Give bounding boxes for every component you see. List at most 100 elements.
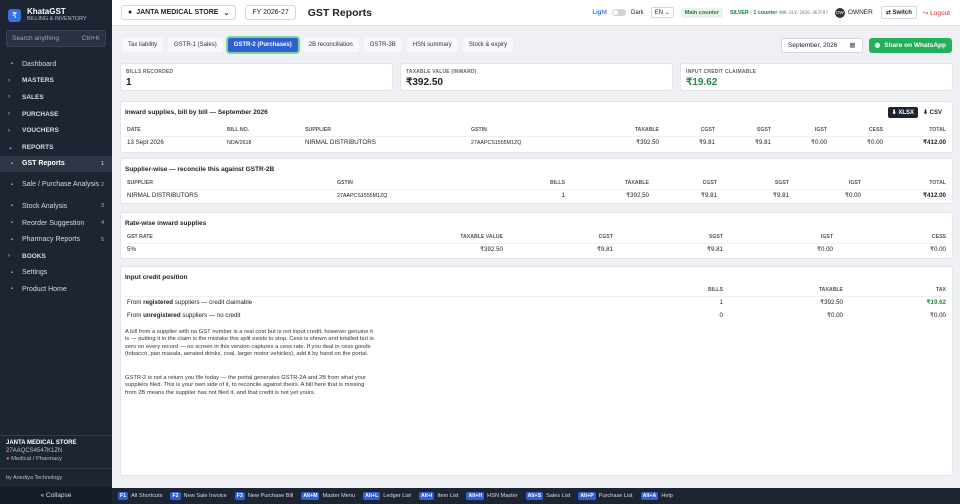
switch-button[interactable]: ⇄ Switch xyxy=(880,6,917,19)
theme-light-label: Light xyxy=(592,9,608,16)
language-selector[interactable]: EN ⌄ xyxy=(650,7,674,18)
shortcut-label: All Shortcuts xyxy=(131,493,163,499)
cell-taxable: ₹0.00 xyxy=(827,312,843,319)
col-igst: IGST xyxy=(791,177,863,190)
sidebar-item-vouchers[interactable]: › VOUCHERS xyxy=(0,122,112,139)
tab-gstr-3b[interactable]: GSTR-3B xyxy=(363,38,402,52)
shortcut-alt-h[interactable]: Alt+H HSN Master xyxy=(466,492,518,500)
tab-gstr-1-sales[interactable]: GSTR-1 (Sales) xyxy=(168,38,223,52)
export-xlsx-button[interactable]: ⬇ XLSX xyxy=(887,107,918,118)
share-whatsapp-button[interactable]: ◉ Share on WhatsApp xyxy=(868,37,952,53)
month-picker[interactable]: September, 2026 ▦ xyxy=(780,37,863,53)
rate-table: GST RATE TAXABLE VALUE CGST SGST IGST CE… xyxy=(125,231,948,256)
cell-tax: ₹0.00 xyxy=(930,312,946,319)
tab-tax-liability[interactable]: Tax liability xyxy=(122,38,164,52)
cell-taxable-value: ₹392.50 xyxy=(480,246,503,254)
sidebar-item-reports[interactable]: ⌄ REPORTS xyxy=(0,139,112,156)
theme-toggle[interactable]: Light Dark xyxy=(592,9,644,16)
shortcut-bar: F1 All Shortcuts F2 New Sale Invoice F3 New P… xyxy=(112,488,960,504)
counter-badge[interactable]: Main counter xyxy=(680,7,723,18)
shortcut-key: Alt+S xyxy=(525,492,544,500)
sidebar-item-product-home[interactable]: ▪ Product Home xyxy=(0,281,112,298)
shortcut-alt-m[interactable]: Alt+M Master Menu xyxy=(301,492,355,500)
shortcut-f1[interactable]: F1 All Shortcuts xyxy=(118,492,162,500)
vendor-credit: by Anediya Technology xyxy=(0,468,112,487)
sidebar-item-label: Dashboard xyxy=(22,60,57,68)
shortcut-label: Help xyxy=(661,493,673,499)
store-selector-label: JANTA MEDICAL STORE xyxy=(136,9,219,16)
table-row[interactable]: From unregistered suppliers — no credit … xyxy=(125,309,948,322)
tab-stock-expiry[interactable]: Stock & expiry xyxy=(462,38,514,52)
table-row[interactable]: From registered suppliers — credit claim… xyxy=(125,296,948,309)
input-credit-card: Input credit position BILLS TAXABLE TAX … xyxy=(120,266,953,476)
theme-switch[interactable] xyxy=(612,9,627,16)
brand[interactable]: ₹ KhataGST BILLING & INVENTORY xyxy=(0,0,112,24)
sale-purchase-analysis-icon: ▪ xyxy=(10,182,14,189)
col-taxable: TAXABLE xyxy=(589,124,661,137)
tab-2b-reconciliation[interactable]: 2B reconciliation xyxy=(302,38,359,52)
sidebar-item-purchase[interactable]: › PURCHASE xyxy=(0,106,112,123)
avatar[interactable]: OW xyxy=(834,7,845,18)
table-row[interactable]: 13 Sept 2026 NDA/2618 NIRMAL DISTRIBUTOR… xyxy=(125,136,948,149)
sidebar-item-reorder-suggestion[interactable]: ▪ Reorder Suggestion 4 xyxy=(0,215,112,232)
source-suffix: suppliers — no credit xyxy=(180,312,241,319)
shortcut-f3[interactable]: F3 New Purchase Bill xyxy=(234,492,293,500)
shortcut-alt-l[interactable]: Alt+L Ledger List xyxy=(363,492,411,500)
shortcut-alt-i[interactable]: Alt+I Item List xyxy=(418,492,459,500)
col-bills: BILLS xyxy=(525,284,725,297)
rate-wise-card: Rate-wise inward supplies GST RATE TAXAB… xyxy=(120,212,953,259)
tab-hsn-summary[interactable]: HSN summary xyxy=(406,38,458,52)
sidebar-item-label: GST Reports xyxy=(22,160,65,168)
sidebar-item-stock-analysis[interactable]: ▪ Stock Analysis 3 xyxy=(0,198,112,215)
shortcut-key: Alt+P xyxy=(578,492,596,500)
shortcut-key: F3 xyxy=(234,492,245,500)
search-placeholder: Search anything xyxy=(12,35,59,42)
stat-bills-recorded: BILLS RECORDED 1 xyxy=(120,63,393,91)
tab-gstr-2-purchases[interactable]: GSTR-2 (Purchases) xyxy=(227,38,298,52)
chevron-right-icon: › xyxy=(8,253,10,260)
shortcut-number: 5 xyxy=(100,236,104,243)
store-info: JANTA MEDICAL STORE 27AAQCS4547K1ZN ● Me… xyxy=(0,435,112,468)
shortcut-alt-p[interactable]: Alt+P Purchase List xyxy=(578,492,633,500)
col-cgst: CGST xyxy=(505,231,615,244)
cell-sgst: ₹9.81 xyxy=(755,139,771,147)
col-source xyxy=(125,284,525,297)
stat-value: ₹392.50 xyxy=(406,77,443,88)
cell-cgst: ₹9.81 xyxy=(701,192,717,200)
sidebar-item-settings[interactable]: ▪ Settings xyxy=(0,265,112,282)
cell-gst-rate: 5% xyxy=(127,246,136,254)
chevron-right-icon: › xyxy=(8,94,10,101)
logout-button[interactable]: ↪ Logout xyxy=(923,9,950,17)
supplier-wise-card: Supplier-wise — reconcile this against G… xyxy=(120,158,953,204)
reorder-suggestion-icon: ▪ xyxy=(10,220,14,227)
collapse-sidebar-button[interactable]: « Collapse xyxy=(0,487,112,504)
chevron-down-icon: ⌄ xyxy=(223,9,230,17)
sidebar-item-sale-purchase-analysis[interactable]: ▪ Sale / Purchase Analysis 2 xyxy=(0,172,112,198)
chevron-down-icon: ⌄ xyxy=(664,10,670,16)
table-row[interactable]: NIRMAL DISTRIBUTORS 27AAPCS1555M1ZQ 1 ₹3… xyxy=(125,189,948,202)
fy-selector[interactable]: FY 2026-27 xyxy=(245,5,296,20)
store-category-label: Medical / Pharmacy xyxy=(11,456,63,462)
plan-label: SILVER · 1 counter xyxy=(729,9,778,16)
shortcut-label: Item List xyxy=(437,493,459,499)
settings-icon: ▪ xyxy=(10,269,14,276)
sidebar-item-gst-reports[interactable]: ▪ GST Reports 1 xyxy=(0,155,112,173)
shortcut-key: F1 xyxy=(118,492,129,500)
export-csv-button[interactable]: ⬇ CSV xyxy=(919,107,946,118)
sidebar-item-sales[interactable]: › SALES xyxy=(0,89,112,106)
cell-sgst: ₹9.81 xyxy=(707,246,723,254)
sidebar-item-dashboard[interactable]: ▪ Dashboard xyxy=(0,56,112,73)
sidebar-item-label: VOUCHERS xyxy=(22,127,59,135)
sidebar-item-pharmacy-reports[interactable]: ▪ Pharmacy Reports 5 xyxy=(0,231,112,248)
table-header: DATE BILL NO. SUPPLIER GSTIN TAXABLE CGS… xyxy=(125,124,948,137)
shortcut-alt-a[interactable]: Alt+A Help xyxy=(640,492,673,500)
shortcut-alt-s[interactable]: Alt+S Sales List xyxy=(525,492,570,500)
table-row[interactable]: 5% ₹392.50 ₹9.81 ₹9.81 ₹0.00 ₹0.00 xyxy=(125,243,948,256)
store-selector[interactable]: ● JANTA MEDICAL STORE ⌄ xyxy=(121,5,237,20)
sidebar-item-masters[interactable]: › MASTERS xyxy=(0,73,112,90)
sidebar-item-books[interactable]: › BOOKS xyxy=(0,248,112,265)
search-input[interactable]: Search anything Ctrl+K xyxy=(6,30,106,47)
sidebar-item-label: REPORTS xyxy=(22,143,54,151)
source-type: unregistered xyxy=(143,312,181,319)
shortcut-f2[interactable]: F2 New Sale Invoice xyxy=(170,492,227,500)
